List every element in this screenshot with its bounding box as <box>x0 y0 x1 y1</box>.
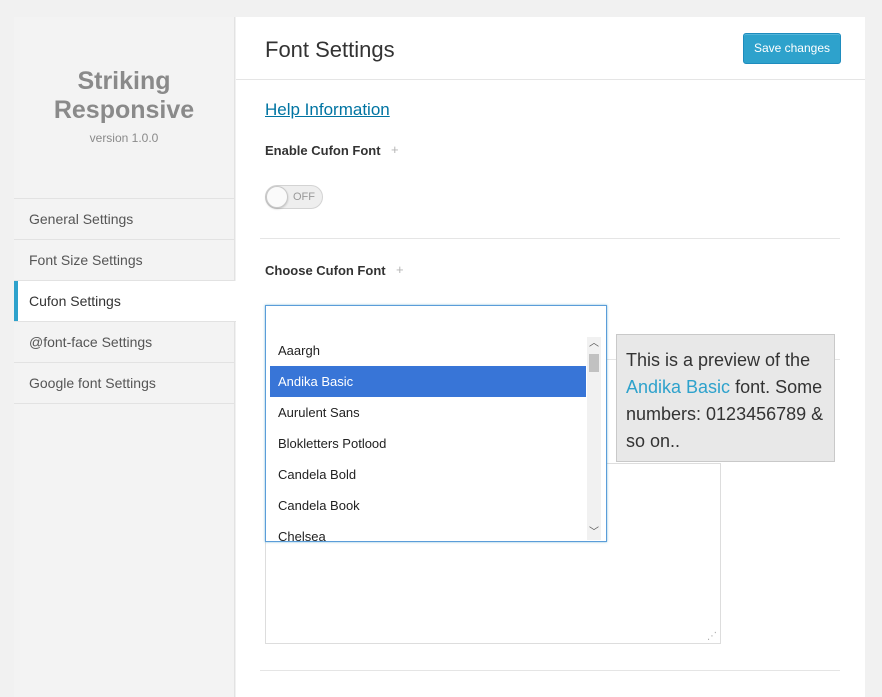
help-information-link[interactable]: Help Information <box>265 100 390 120</box>
dropdown-search-field[interactable] <box>266 306 606 336</box>
brand: Striking Responsive version 1.0.0 <box>14 17 234 199</box>
enable-cufon-label: Enable Cufon Font <box>265 143 381 158</box>
divider <box>260 238 840 239</box>
font-option[interactable]: Aaargh <box>270 335 586 366</box>
sidebar: Striking Responsive version 1.0.0 Genera… <box>14 17 236 697</box>
sidebar-item-label: General Settings <box>29 211 134 227</box>
sidebar-item-font-size-settings[interactable]: Font Size Settings <box>14 240 234 281</box>
scroll-up-icon[interactable]: ︿ <box>587 337 601 351</box>
sidebar-item-label: Google font Settings <box>29 375 156 391</box>
font-option[interactable]: Candela Bold <box>270 459 586 490</box>
sidebar-item-label: Cufon Settings <box>29 293 121 309</box>
brand-version: version 1.0.0 <box>89 131 159 145</box>
scroll-down-icon[interactable]: ﹀ <box>587 526 601 540</box>
sidebar-item-cufon-settings[interactable]: Cufon Settings <box>14 281 236 322</box>
sidebar-item-label: @font-face Settings <box>29 334 153 350</box>
sidebar-item-label: Font Size Settings <box>29 252 143 268</box>
divider <box>260 670 840 671</box>
sidebar-nav: General Settings Font Size Settings Cufo… <box>14 199 236 404</box>
font-option[interactable]: Candela Book <box>270 490 586 521</box>
page-header: Font Settings Save changes <box>236 17 865 80</box>
enable-cufon-toggle[interactable]: OFF <box>265 185 323 209</box>
font-option[interactable]: Chelsea <box>270 521 586 541</box>
toggle-state-label: OFF <box>293 191 315 203</box>
cufon-font-dropdown[interactable]: Aaargh Andika Basic Aurulent Sans Blokle… <box>265 305 607 542</box>
preview-text-before: This is a preview of the <box>626 350 811 370</box>
brand-name-line1: Striking <box>77 67 171 95</box>
font-option-selected[interactable]: Andika Basic <box>270 366 586 397</box>
toggle-knob <box>266 186 288 208</box>
font-option[interactable]: Blokletters Potlood <box>270 428 586 459</box>
plus-icon[interactable]: + <box>391 142 399 157</box>
sidebar-item-font-face-settings[interactable]: @font-face Settings <box>14 322 234 363</box>
dropdown-scrollbar[interactable]: ︿ ﹀ <box>587 337 601 540</box>
page-title: Font Settings <box>265 37 395 62</box>
brand-name-line2: Responsive <box>53 96 195 124</box>
font-preview-box: This is a preview of the Andika Basic fo… <box>616 334 835 462</box>
plus-icon[interactable]: + <box>396 262 404 277</box>
sidebar-item-google-font-settings[interactable]: Google font Settings <box>14 363 234 404</box>
choose-cufon-label: Choose Cufon Font <box>265 263 386 278</box>
scroll-thumb[interactable] <box>589 354 599 372</box>
preview-font-name: Andika Basic <box>626 377 731 397</box>
resize-handle-icon[interactable]: ⋰ <box>707 632 717 642</box>
save-changes-button[interactable]: Save changes <box>742 33 841 64</box>
sidebar-item-general-settings[interactable]: General Settings <box>14 199 234 240</box>
font-option[interactable]: Aurulent Sans <box>270 397 586 428</box>
font-option-list: Aaargh Andika Basic Aurulent Sans Blokle… <box>270 335 586 541</box>
